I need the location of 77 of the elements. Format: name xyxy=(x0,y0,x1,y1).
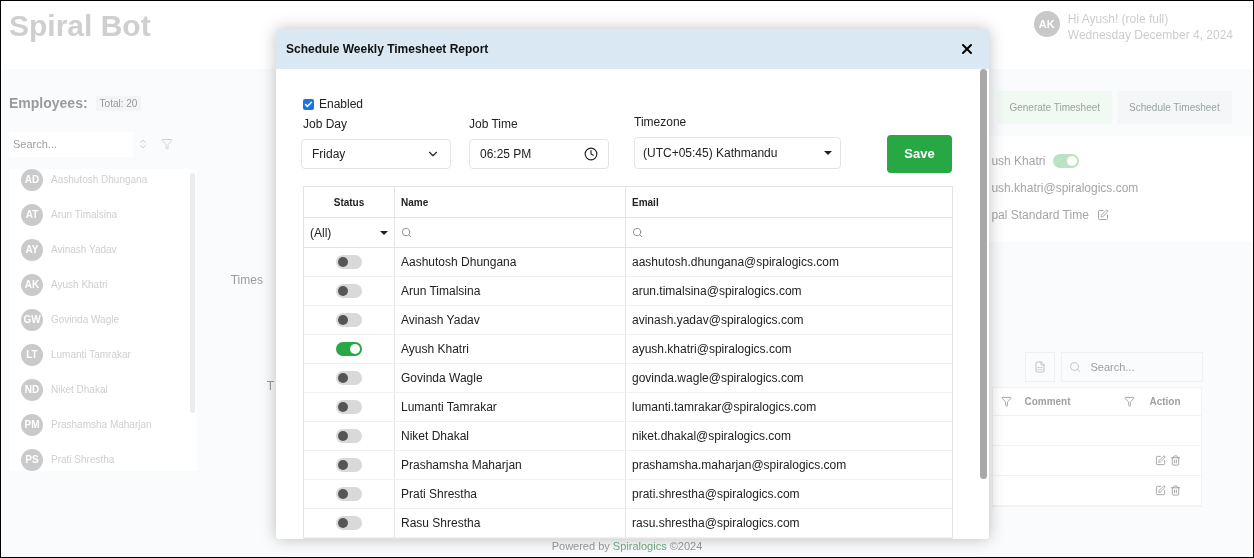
toggle-switch[interactable] xyxy=(336,255,362,269)
edit-icon[interactable] xyxy=(1155,455,1167,466)
profile-name: ush Khatri xyxy=(991,153,1046,170)
toggle-switch[interactable] xyxy=(336,429,362,443)
filter-icon[interactable] xyxy=(1124,396,1136,407)
scrollbar[interactable] xyxy=(980,69,987,479)
status-filter-select[interactable]: (All) xyxy=(304,218,394,247)
clock-icon xyxy=(584,147,598,161)
toggle-switch[interactable] xyxy=(336,342,362,356)
job-time-field[interactable]: 06:25 PM xyxy=(469,139,609,169)
table-cell-text: Arun Timalsina xyxy=(401,283,481,300)
table-search-field[interactable]: Search... xyxy=(1061,352,1204,382)
table-cell-text: Lumanti Tamrakar xyxy=(401,399,497,416)
checkbox-icon xyxy=(303,98,314,110)
column-header: Status xyxy=(332,195,366,210)
toggle-switch[interactable] xyxy=(336,400,362,414)
table-cell-text: rasu.shrestha@spiralogics.com xyxy=(632,515,800,532)
spreadsheet-icon xyxy=(1034,361,1047,373)
table-cell-text: ayush.khatri@spiralogics.com xyxy=(632,341,792,358)
table-cell-text: Niket Dhakal xyxy=(401,428,470,445)
close-icon[interactable] xyxy=(959,41,975,57)
timesheet-button[interactable]: Generate Timesheet xyxy=(997,91,1113,124)
filter-icon[interactable] xyxy=(161,138,173,151)
table-cell-text: Rasu Shrestha xyxy=(401,515,481,532)
table-cell-text: Ayush Khatri xyxy=(401,341,469,358)
search-field[interactable]: Search... xyxy=(9,132,133,157)
timezone-select[interactable]: (UTC+05:45) Kathmandu xyxy=(634,137,841,169)
export-button[interactable] xyxy=(1025,352,1056,382)
toggle-switch[interactable] xyxy=(336,458,362,472)
table-cell-text: prati.shrestha@spiralogics.com xyxy=(632,486,800,503)
field-label: Job Day xyxy=(303,116,349,133)
toggle-switch[interactable] xyxy=(336,371,362,385)
table-cell-text: Aashutosh Dhungana xyxy=(401,254,517,271)
table-cell-text: arun.timalsina@spiralogics.com xyxy=(632,283,802,300)
timesheet-button[interactable]: Schedule Timesheet xyxy=(1117,91,1232,124)
profile-email: ush.khatri@spiralogics.com xyxy=(991,180,1140,197)
delete-icon[interactable] xyxy=(1170,485,1182,496)
job-day-select[interactable]: Friday xyxy=(301,139,451,169)
profile-timezone: pal Standard Time xyxy=(991,207,1089,224)
field-label: Timezone xyxy=(634,114,688,131)
toggle-switch[interactable] xyxy=(336,284,362,298)
table-cell-text: Avinash Yadav xyxy=(401,312,480,329)
filter-icon[interactable] xyxy=(1001,396,1013,407)
edit-icon[interactable] xyxy=(1096,209,1109,221)
sort-icon[interactable] xyxy=(137,138,149,151)
table-cell-text: avinash.yadav@spiralogics.com xyxy=(632,312,804,329)
toggle-switch[interactable] xyxy=(336,487,362,501)
toggle-switch[interactable] xyxy=(1053,154,1080,168)
table-cell-text: prashamsha.maharjan@spiralogics.com xyxy=(632,457,847,474)
table-cell-text: Prashamsha Maharjan xyxy=(401,457,522,474)
enabled-checkbox[interactable]: Enabled xyxy=(303,95,953,113)
footer-link[interactable]: Spiralogics xyxy=(612,539,667,552)
column-header: Comment xyxy=(1024,395,1072,409)
employees-heading: Employees: xyxy=(9,94,88,113)
table-cell-text: aashutosh.dhungana@spiralogics.com xyxy=(632,254,839,271)
section-label: Times xyxy=(230,273,263,287)
field-label: Job Time xyxy=(469,116,519,133)
save-button[interactable]: Save xyxy=(887,135,952,173)
table-cell-text: Govinda Wagle xyxy=(401,370,483,387)
search-icon xyxy=(632,227,643,238)
total-count: Total: 20 xyxy=(95,96,142,111)
table-cell-text: niket.dhakal@spiralogics.com xyxy=(632,428,791,445)
toggle-switch[interactable] xyxy=(336,313,362,327)
toggle-switch[interactable] xyxy=(336,516,362,530)
table-cell-text: lumanti.tamrakar@spiralogics.com xyxy=(632,399,817,416)
edit-icon[interactable] xyxy=(1155,485,1167,496)
delete-icon[interactable] xyxy=(1170,455,1182,466)
table-cell-text: govinda.wagle@spiralogics.com xyxy=(632,370,804,387)
table-cell-text: Prati Shrestha xyxy=(401,486,478,503)
column-header: Name xyxy=(394,186,625,218)
footer-text: Powered by Spiralogics ©2024 xyxy=(551,538,703,554)
search-icon xyxy=(1069,361,1082,373)
column-header: Action xyxy=(1149,395,1181,409)
dialog-title: Schedule Weekly Timesheet Report xyxy=(286,41,489,58)
section-text: T xyxy=(266,379,275,393)
column-header: Email xyxy=(625,186,952,218)
search-icon xyxy=(401,227,412,238)
